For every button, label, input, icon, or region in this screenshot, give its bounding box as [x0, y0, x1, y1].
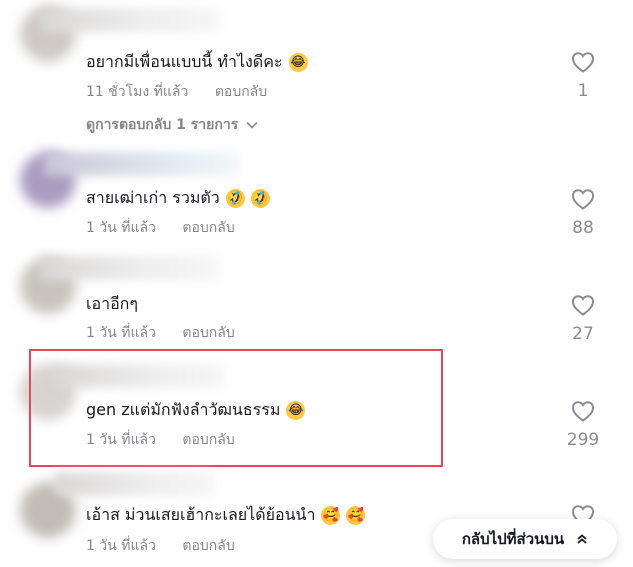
comment-text: อยากมีเพื่อนแบบนี้ ทำไงดีคะ 😂	[86, 50, 308, 75]
comment-text-body: เอ้าส ม่วนเสยเฮ้ากะเลยได้ย้อนนำ	[86, 505, 316, 524]
comment-text-body: อยากมีเพื่อนแบบนี้ ทำไงดีคะ	[86, 52, 283, 71]
like-button[interactable]: 1	[566, 51, 600, 101]
username[interactable]	[40, 256, 218, 280]
comment-text: สายเฒ่าเก่า รวมตัว 🤣 🤣	[86, 185, 273, 212]
highlight-box	[29, 349, 443, 467]
like-count: 88	[572, 218, 594, 238]
reply-button[interactable]: ตอบกลับ	[182, 220, 234, 236]
back-to-top-label: กลับไปที่ส่วนบน	[461, 530, 565, 548]
smiling-hearts-emoji-icon: 🥰	[321, 506, 341, 525]
comment-time: 11 ชั่วโมง ที่แล้ว	[86, 84, 189, 100]
comment-text-body: สายเฒ่าเก่า รวมตัว	[86, 188, 220, 207]
rofl-emoji-icon: 🤣	[247, 185, 273, 212]
comment-text: เอาอีกๆ	[86, 292, 138, 317]
comment-meta: 1 วัน ที่แล้ว ตอบกลับ	[86, 535, 235, 557]
comment-meta: 1 วัน ที่แล้ว ตอบกลับ	[86, 217, 235, 239]
view-replies-label: ดูการตอบกลับ 1 รายการ	[86, 117, 239, 133]
comment-time: 1 วัน ที่แล้ว	[86, 538, 156, 554]
comment-meta: 11 ชั่วโมง ที่แล้ว ตอบกลับ	[86, 81, 267, 103]
reply-button[interactable]: ตอบกลับ	[182, 538, 234, 554]
heart-icon	[571, 189, 595, 210]
comment-meta: 1 วัน ที่แล้ว ตอบกลับ	[86, 322, 235, 344]
username[interactable]	[44, 152, 240, 176]
double-chevron-up-icon	[577, 534, 587, 544]
reply-button[interactable]: ตอบกลับ	[182, 325, 234, 341]
heart-icon	[571, 295, 595, 316]
comment-time: 1 วัน ที่แล้ว	[86, 220, 156, 236]
username[interactable]	[40, 8, 220, 32]
like-count: 1	[577, 81, 589, 101]
like-count: 27	[572, 324, 594, 344]
like-button[interactable]: 88	[566, 188, 600, 238]
rofl-emoji-icon: 🤣	[222, 185, 248, 212]
username[interactable]	[54, 472, 214, 496]
comment-text-body: เอาอีกๆ	[86, 294, 138, 313]
heart-icon	[571, 52, 595, 73]
chevron-down-icon	[246, 121, 258, 129]
view-replies-button[interactable]: ดูการตอบกลับ 1 รายการ	[86, 114, 258, 136]
heart-icon	[571, 401, 595, 422]
smiling-hearts-emoji-icon: 🥰	[346, 506, 366, 525]
reply-button[interactable]: ตอบกลับ	[215, 84, 267, 100]
like-button[interactable]: 27	[566, 294, 600, 344]
comment-text: เอ้าส ม่วนเสยเฮ้ากะเลยได้ย้อนนำ 🥰 🥰	[86, 503, 366, 528]
like-count: 299	[566, 430, 600, 450]
comment-time: 1 วัน ที่แล้ว	[86, 325, 156, 341]
laughing-emoji-icon: 😂	[288, 53, 308, 72]
like-button[interactable]: 299	[566, 400, 600, 450]
back-to-top-button[interactable]: กลับไปที่ส่วนบน	[433, 519, 617, 559]
